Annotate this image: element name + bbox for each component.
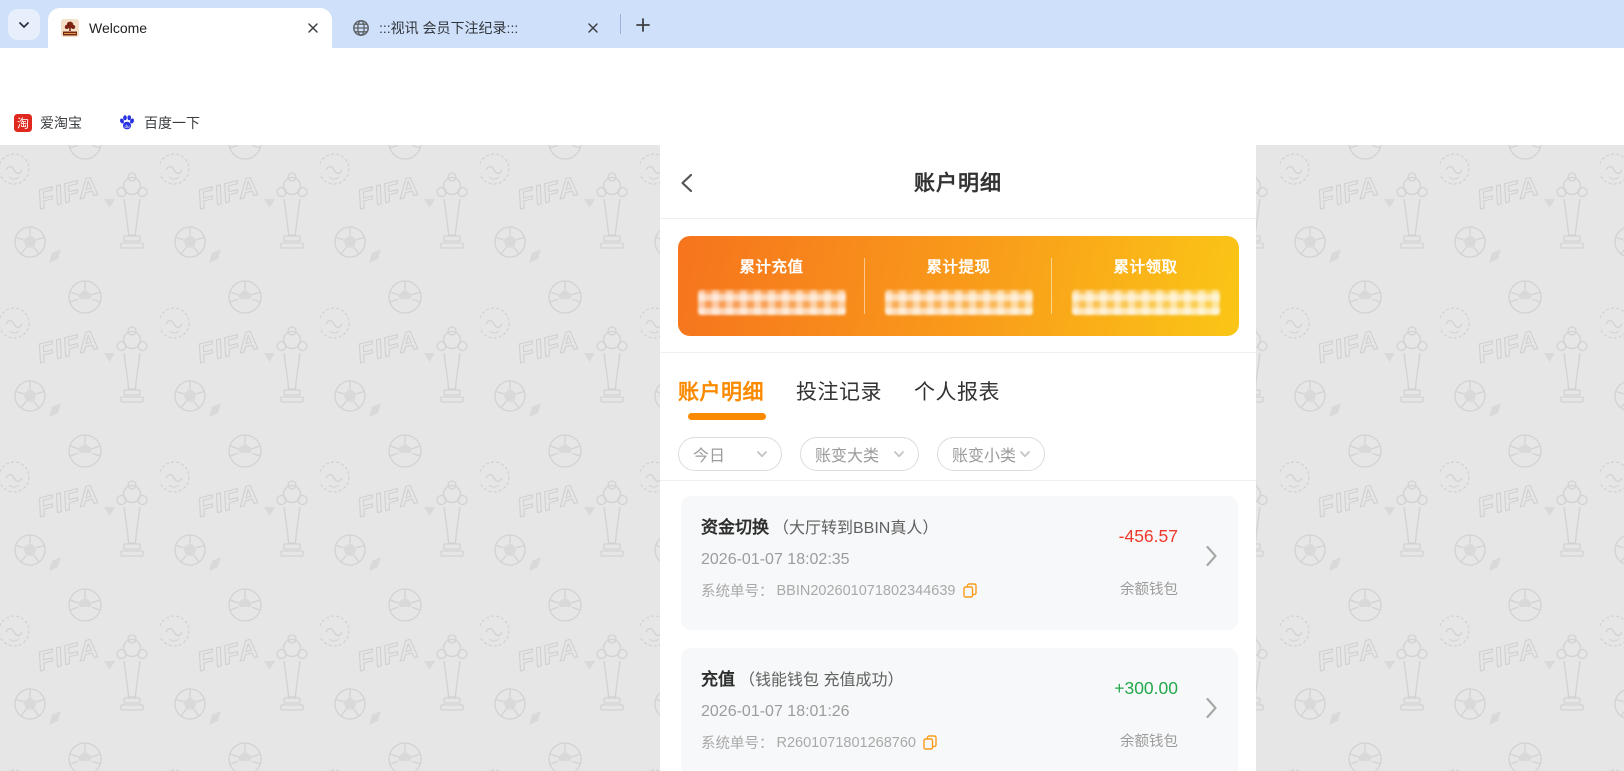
taobao-icon: 淘 — [14, 113, 32, 132]
order-number: R2601071801268760 — [776, 734, 917, 751]
report-tabs: 账户明细 投注记录 个人报表 — [678, 376, 1000, 406]
back-chevron-button[interactable] — [674, 169, 702, 197]
summary-label: 累计提现 — [926, 259, 991, 276]
filter-label: 今日 — [693, 448, 726, 465]
account-detail-panel: 账户明细 累计充值 累计提现 累计领取 账户明细 投注记录 个人报表 今日 账变… — [660, 145, 1256, 771]
plus-icon — [635, 17, 651, 33]
panel-header: 账户明细 — [660, 145, 1256, 219]
summary-value-censored — [1071, 290, 1220, 315]
chevron-down-icon — [17, 18, 31, 32]
copy-icon[interactable] — [962, 583, 977, 598]
transaction-type: 资金切换 — [701, 518, 769, 537]
browser-tab-strip: Welcome :::视讯 会员下注纪录::: — [0, 0, 1624, 48]
bookmarks-bar: 淘 爱淘宝 du 百度一下 — [0, 100, 1624, 145]
tab-title: :::视讯 会员下注纪录::: — [379, 20, 519, 36]
bookmark-baidu[interactable]: du 百度一下 — [118, 113, 200, 133]
tab-search-button[interactable] — [8, 9, 40, 40]
transaction-amount: +300.00 — [1114, 678, 1178, 698]
transaction-detail: （大厅转到BBIN真人） — [773, 520, 939, 537]
transaction-info: 充值 （钱能钱包 充值成功） 2026-01-07 18:01:26 系统单号： R… — [701, 665, 1078, 753]
page-title: 账户明细 — [914, 171, 1002, 195]
chevron-left-icon — [677, 172, 699, 194]
transaction-datetime: 2026-01-07 18:02:35 — [701, 551, 850, 568]
svg-text:淘: 淘 — [17, 116, 29, 130]
filter-label: 账变小类 — [952, 448, 1017, 465]
date-filter-dropdown[interactable]: 今日 — [678, 437, 782, 471]
chevron-right-icon — [1205, 696, 1218, 720]
transaction-amount: -456.57 — [1118, 526, 1178, 546]
order-number-label: 系统单号： — [701, 584, 774, 600]
summary-label: 累计充值 — [739, 259, 804, 276]
minor-category-dropdown[interactable]: 账变小类 — [937, 437, 1045, 471]
bookmark-label: 爱淘宝 — [40, 114, 82, 131]
tab-bet-records[interactable]: 投注记录 — [796, 376, 882, 406]
transaction-detail: （钱能钱包 充值成功） — [739, 672, 904, 689]
summary-claim: 累计领取 — [1052, 236, 1239, 336]
transaction-info: 资金切换 （大厅转到BBIN真人） 2026-01-07 18:02:35 系统单… — [701, 513, 1078, 601]
section-divider — [660, 352, 1256, 353]
browser-tab-welcome[interactable]: Welcome — [48, 8, 332, 48]
filter-row: 今日 账变大类 账变小类 — [678, 437, 1045, 471]
tab-title: Welcome — [89, 20, 148, 36]
tab-personal-report[interactable]: 个人报表 — [914, 376, 1000, 406]
browser-tab-records[interactable]: :::视讯 会员下注纪录::: — [340, 8, 612, 48]
order-number-label: 系统单号： — [701, 736, 774, 752]
copy-icon[interactable] — [923, 735, 937, 750]
tab-separator — [620, 14, 621, 34]
active-tab-underline — [688, 413, 766, 420]
bookmark-label: 百度一下 — [144, 114, 200, 131]
transaction-row[interactable]: 资金切换 （大厅转到BBIN真人） 2026-01-07 18:02:35 系统单… — [681, 496, 1238, 630]
transaction-row[interactable]: 充值 （钱能钱包 充值成功） 2026-01-07 18:01:26 系统单号： R… — [681, 648, 1238, 771]
section-divider — [660, 480, 1256, 481]
summary-value-censored — [884, 290, 1033, 315]
major-category-dropdown[interactable]: 账变大类 — [800, 437, 919, 471]
close-tab-icon[interactable] — [584, 19, 602, 37]
close-tab-icon[interactable] — [304, 19, 322, 37]
chevron-right-icon — [1205, 544, 1218, 568]
summary-withdraw: 累计提现 — [865, 236, 1052, 336]
page-background: FIFA — [0, 145, 1624, 771]
bookmark-taobao[interactable]: 淘 爱淘宝 — [14, 113, 82, 133]
globe-icon — [352, 19, 370, 37]
chevron-down-icon — [892, 447, 906, 461]
summary-value-censored — [697, 290, 846, 315]
summary-recharge: 累计充值 — [678, 236, 865, 336]
browser-toolbar: 175616.cc/reports/index?tab=0 — [0, 48, 1624, 145]
new-tab-button[interactable] — [630, 12, 656, 38]
order-number: BBIN202601071802344639 — [776, 582, 956, 599]
wallet-label: 余额钱包 — [1120, 582, 1178, 598]
summary-label: 累计领取 — [1113, 259, 1178, 276]
chevron-down-icon — [755, 447, 769, 461]
transaction-type: 充值 — [701, 670, 735, 689]
filter-label: 账变大类 — [815, 448, 880, 465]
chevron-down-icon — [1018, 447, 1032, 461]
casino-crest-favicon — [60, 18, 80, 38]
tab-account-detail[interactable]: 账户明细 — [678, 376, 764, 406]
svg-text:du: du — [124, 124, 130, 129]
wallet-label: 余额钱包 — [1120, 734, 1178, 750]
baidu-paw-icon: du — [118, 114, 136, 132]
transaction-datetime: 2026-01-07 18:01:26 — [701, 703, 850, 720]
summary-card: 累计充值 累计提现 累计领取 — [678, 236, 1239, 336]
